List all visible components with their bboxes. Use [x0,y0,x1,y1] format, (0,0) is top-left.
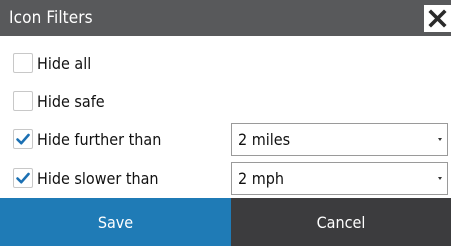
speed-select[interactable]: 2 mph [231,161,448,195]
hide-safe-label: Hide safe [37,91,105,111]
save-button[interactable]: Save [0,198,231,246]
hide-safe-checkbox[interactable] [13,91,33,111]
dialog-titlebar: Icon Filters [0,0,451,36]
dialog-footer: Save Cancel [0,198,451,246]
checkmark-icon [16,172,30,184]
speed-select-value: 2 mph [238,168,285,188]
hide-further-checkbox[interactable] [13,129,33,149]
dialog-title: Icon Filters [9,8,93,28]
hide-further-label: Hide further than [37,129,162,149]
checkmark-icon [16,133,30,145]
cancel-button[interactable]: Cancel [231,198,451,246]
hide-slower-label: Hide slower than [37,168,159,188]
hide-slower-checkbox[interactable] [13,168,33,188]
distance-select[interactable]: 2 miles [231,122,448,156]
close-icon [428,9,447,28]
distance-select-value: 2 miles [238,129,291,149]
icon-filters-dialog: Icon Filters Hide all Hide safe Hide fur… [0,0,451,246]
dropdown-caret-icon [438,176,442,180]
dropdown-caret-icon [438,137,442,141]
hide-all-checkbox[interactable] [13,53,33,73]
filter-row-hide-safe[interactable]: Hide safe [0,81,451,121]
filter-row-hide-further[interactable]: Hide further than 2 miles [0,119,451,159]
hide-all-label: Hide all [37,53,92,73]
filter-row-hide-all[interactable]: Hide all [0,43,451,83]
close-button[interactable] [424,5,451,32]
filter-row-hide-slower[interactable]: Hide slower than 2 mph [0,158,451,198]
